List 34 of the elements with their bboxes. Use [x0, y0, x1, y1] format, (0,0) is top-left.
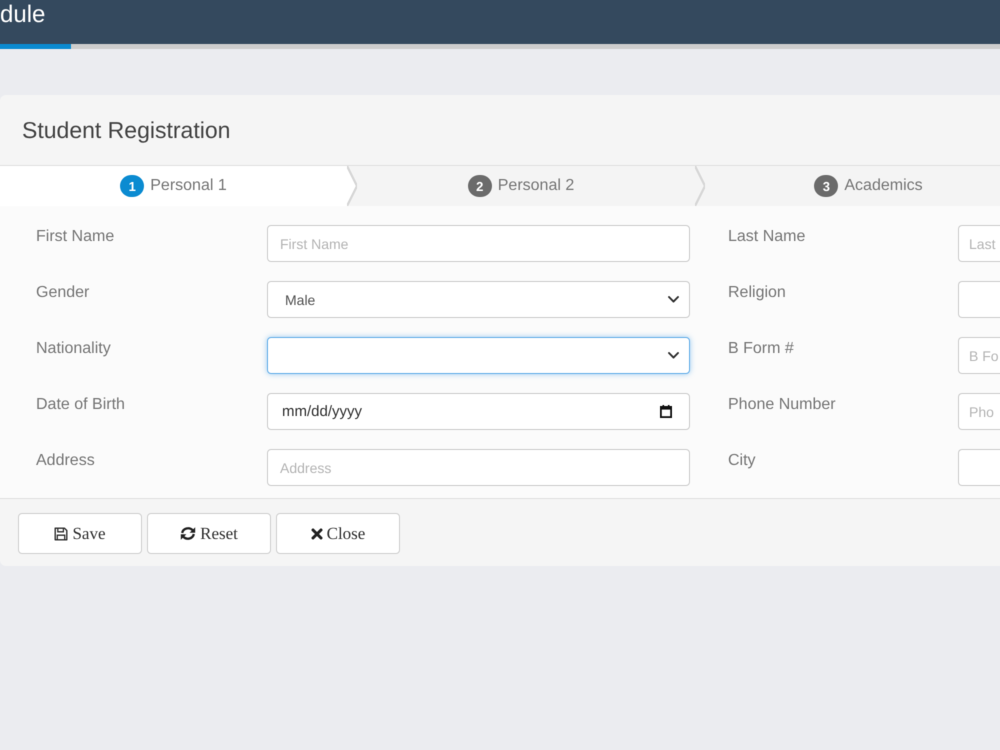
field-label: Address	[36, 451, 95, 471]
text-input[interactable]: Pho	[958, 393, 1000, 430]
close-icon	[310, 528, 323, 540]
field-label: Gender	[36, 283, 90, 303]
date-field[interactable]: mm/dd/yyyy	[267, 393, 690, 430]
text-input[interactable]	[958, 449, 1000, 486]
field-label: Date of Birth	[36, 395, 125, 415]
step-number: 1	[120, 175, 144, 197]
text-input[interactable]: First Name	[267, 225, 690, 262]
text-input[interactable]: Address	[267, 449, 690, 486]
chevron-down-icon	[668, 352, 679, 359]
chevron-down-icon	[668, 296, 679, 303]
field-label: Last Name	[728, 227, 806, 247]
dropdown[interactable]	[267, 337, 690, 374]
text-input[interactable]: B Fo	[958, 337, 1000, 374]
text-input[interactable]: Last	[958, 225, 1000, 262]
close-button[interactable]: Close	[276, 513, 400, 554]
dropdown[interactable]: Male	[267, 281, 690, 318]
form-title: Student Registration	[22, 116, 230, 144]
field-label: Phone Number	[728, 395, 836, 415]
save-button[interactable]: Save	[18, 513, 142, 554]
app-title: dule	[0, 1, 46, 29]
step-number: 2	[468, 175, 492, 197]
field-label: Nationality	[36, 339, 111, 359]
refresh-icon	[180, 526, 196, 541]
step-number: 3	[814, 175, 838, 197]
field-label: Religion	[728, 283, 786, 303]
field-label: First Name	[36, 227, 114, 247]
reset-button[interactable]: Reset	[147, 513, 271, 554]
text-input[interactable]	[958, 281, 1000, 318]
calendar-icon[interactable]	[660, 405, 672, 418]
field-label: B Form #	[728, 339, 794, 359]
step-tab[interactable]: 1 Personal 1	[0, 166, 347, 206]
field-label: City	[728, 451, 756, 471]
